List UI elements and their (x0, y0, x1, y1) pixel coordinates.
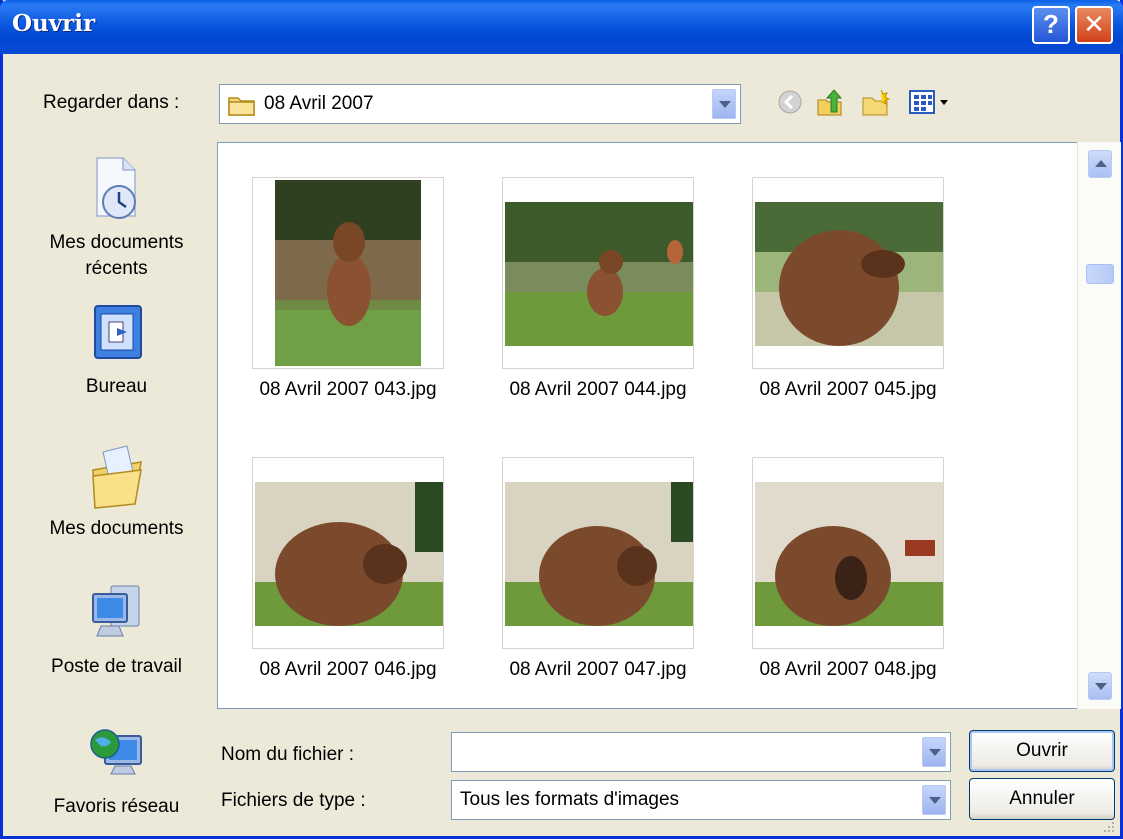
help-button[interactable]: ? (1032, 6, 1070, 44)
look-in-label: Regarder dans : (43, 92, 180, 113)
file-thumbnail[interactable] (752, 457, 944, 649)
close-button[interactable]: ✕ (1075, 6, 1113, 44)
look-in-dropdown[interactable]: 08 Avril 2007 (219, 84, 741, 124)
my-computer-icon (30, 582, 203, 654)
place-label: Bureau (85, 376, 148, 397)
file-thumbnail[interactable] (502, 177, 694, 369)
place-network-places[interactable]: Favoris réseau (30, 722, 203, 820)
place-my-documents[interactable]: Mes documents (30, 440, 203, 542)
file-name[interactable]: 08 Avril 2007 043.jpg (228, 379, 468, 401)
place-my-computer[interactable]: Poste de travail (30, 582, 203, 680)
folder-icon (228, 94, 256, 122)
filename-label: Nom du fichier : (221, 744, 355, 765)
cancel-button[interactable]: Annuler (969, 778, 1115, 820)
filename-input[interactable] (456, 737, 912, 767)
file-list[interactable]: 08 Avril 2007 043.jpg 08 Avril 2007 044.… (217, 142, 1121, 709)
filetype-value: Tous les formats d'images (460, 789, 680, 810)
window-title: Ouvrir (12, 10, 96, 37)
back-icon[interactable] (776, 88, 804, 122)
filetype-select[interactable]: Tous les formats d'images (451, 780, 951, 820)
scrollbar-thumb[interactable] (1086, 264, 1114, 284)
my-documents-icon (30, 440, 203, 516)
open-button[interactable]: Ouvrir (969, 730, 1115, 772)
place-label: Mes documents (49, 518, 184, 539)
place-label: Poste de travail (51, 656, 182, 677)
place-label: Mes documents récents (49, 232, 184, 279)
file-name[interactable]: 08 Avril 2007 044.jpg (478, 379, 718, 401)
title-bar[interactable]: Ouvrir ? ✕ (0, 0, 1123, 54)
file-name[interactable]: 08 Avril 2007 047.jpg (478, 659, 718, 681)
vertical-scrollbar[interactable] (1077, 142, 1121, 709)
up-folder-icon[interactable] (815, 88, 845, 124)
look-in-value: 08 Avril 2007 (264, 93, 374, 114)
desktop-icon (30, 302, 203, 374)
scroll-down-icon[interactable] (1088, 672, 1112, 700)
place-desktop[interactable]: Bureau (30, 302, 203, 400)
new-folder-icon[interactable] (861, 88, 891, 124)
recent-documents-icon (30, 154, 203, 230)
file-thumbnail[interactable] (252, 177, 444, 369)
file-name[interactable]: 08 Avril 2007 045.jpg (728, 379, 968, 401)
chevron-down-icon[interactable] (712, 89, 736, 119)
view-menu-icon[interactable] (908, 88, 952, 122)
open-dialog: Ouvrir ? ✕ Regarder dans : 08 Avril 2007 (0, 0, 1123, 839)
place-recent-documents[interactable]: Mes documents récents (30, 154, 203, 282)
file-name[interactable]: 08 Avril 2007 048.jpg (728, 659, 968, 681)
filetype-label: Fichiers de type : (221, 790, 366, 811)
chevron-down-icon[interactable] (922, 785, 946, 815)
network-places-icon (30, 722, 203, 794)
file-thumbnail[interactable] (502, 457, 694, 649)
resize-grip-icon[interactable] (1102, 818, 1116, 832)
filename-combo[interactable] (451, 732, 951, 772)
chevron-down-icon[interactable] (922, 737, 946, 767)
place-label: Favoris réseau (53, 796, 180, 817)
places-bar: Mes documents récents Bureau Mes documen… (30, 142, 203, 832)
scroll-up-icon[interactable] (1088, 150, 1112, 178)
file-thumbnail[interactable] (752, 177, 944, 369)
file-name[interactable]: 08 Avril 2007 046.jpg (228, 659, 468, 681)
file-thumbnail[interactable] (252, 457, 444, 649)
